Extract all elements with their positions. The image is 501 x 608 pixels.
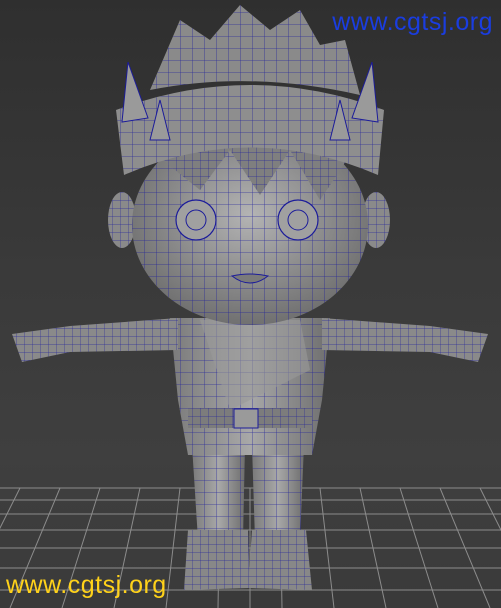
left-eye xyxy=(175,199,217,241)
watermark-top: www.cgtsj.org xyxy=(332,8,493,36)
legs[interactable] xyxy=(192,445,304,540)
3d-viewport[interactable]: www.cgtsj.org www.cgtsj.org xyxy=(0,0,501,608)
belt[interactable] xyxy=(188,408,312,429)
hair-top[interactable] xyxy=(150,5,360,95)
watermark-bottom: www.cgtsj.org xyxy=(6,571,167,599)
right-eye xyxy=(277,199,319,241)
boots[interactable] xyxy=(184,530,312,590)
scene-canvas[interactable] xyxy=(0,0,501,608)
torso[interactable] xyxy=(170,318,330,455)
